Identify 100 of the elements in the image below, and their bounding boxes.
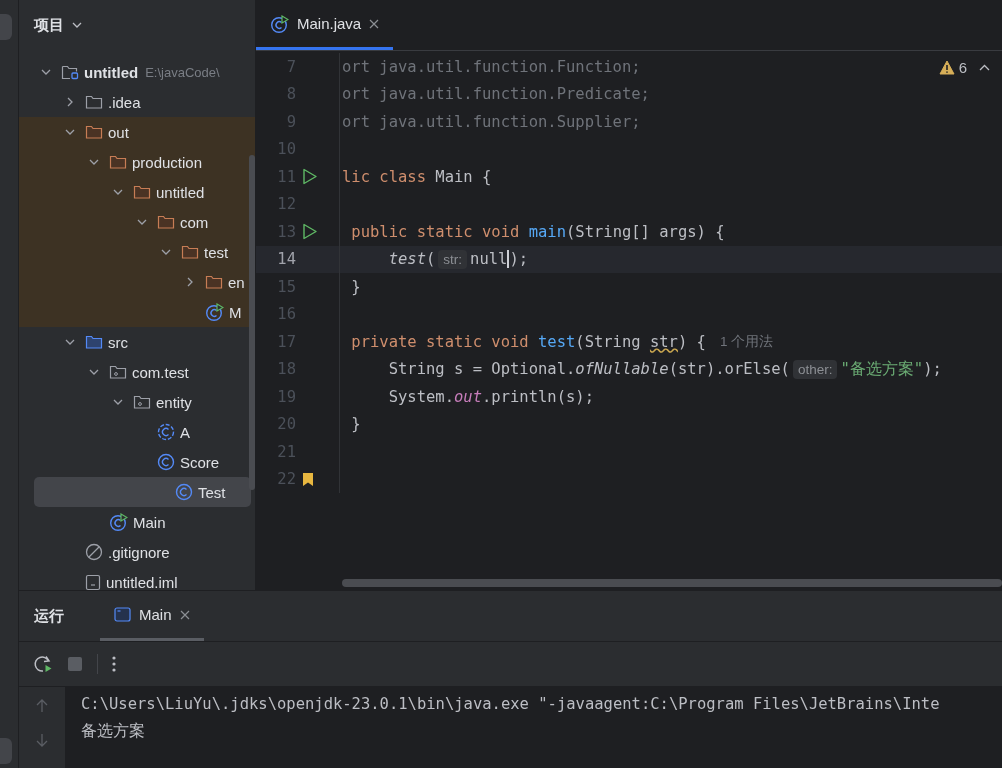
tree-item-label: com (180, 213, 209, 231)
code-text: (String[] args) { (565, 222, 725, 241)
panel-title[interactable]: 项目 (34, 15, 64, 35)
code-text: ort java.util.function.Function; (342, 57, 641, 76)
chevron-down-icon[interactable] (113, 399, 123, 405)
more-icon[interactable] (112, 656, 116, 672)
code-text: ); (509, 250, 529, 269)
folder-icon (109, 154, 127, 170)
folder-icon (85, 94, 103, 110)
code-text: ) { (677, 332, 706, 351)
code-text: String s = Optional. (387, 360, 576, 379)
folder-icon (85, 334, 103, 350)
play-icon[interactable] (302, 223, 318, 241)
chevron-down-icon[interactable] (65, 129, 75, 135)
class-icon (175, 483, 193, 501)
chevron-down-icon[interactable] (113, 189, 123, 195)
chevron-down-icon[interactable] (41, 69, 51, 75)
chevron-right-icon[interactable] (67, 97, 73, 107)
runnable-class-icon (109, 513, 128, 531)
tree-item-label: A (180, 423, 190, 441)
warning-icon[interactable] (938, 60, 955, 75)
code-text: .println(s); (482, 387, 594, 406)
parameter-hint: other: (792, 359, 838, 379)
tree-item[interactable]: entity (19, 387, 251, 417)
class-icon (157, 453, 175, 471)
chevron-up-icon[interactable] (979, 64, 990, 71)
scrollbar[interactable] (249, 155, 255, 490)
tree-item-label: Main (133, 513, 166, 531)
tree-item-label: en (228, 273, 245, 291)
code-text: test (537, 332, 576, 351)
chevron-down-icon[interactable] (89, 159, 99, 165)
close-icon[interactable] (179, 609, 190, 620)
module-folder-icon (61, 64, 79, 80)
tree-item[interactable]: Test (34, 477, 251, 507)
code-text: "备选方案" (840, 358, 924, 380)
code-text: } (350, 415, 361, 434)
chevron-down-icon[interactable] (161, 249, 171, 255)
code-text: ort java.util.function.Predicate; (342, 85, 650, 104)
tree-item[interactable]: A (19, 417, 251, 447)
code-text: System. (387, 387, 454, 406)
package-folder-icon (133, 394, 151, 410)
run-tab[interactable]: Main (100, 591, 204, 641)
folder-icon (85, 124, 103, 140)
folder-icon (205, 274, 223, 290)
chevron-down-icon[interactable] (72, 22, 82, 28)
line-number: 14 (276, 250, 296, 269)
tree-item-label: production (132, 153, 203, 171)
rerun-icon[interactable] (33, 654, 53, 674)
console-line: C:\Users\LiuYu\.jdks\openjdk-23.0.1\bin\java.exe "-javaagent:C:\Program Files\JetBrains\Inte (81, 694, 940, 715)
scrollbar[interactable] (342, 579, 1002, 587)
code-text: ); (923, 360, 942, 379)
code-text: (str).orElse( (668, 360, 790, 379)
tree-item[interactable]: src (19, 327, 251, 357)
tree-item-label: Test (198, 483, 226, 501)
code-text: ofNullable (575, 360, 669, 379)
code-text: private static void (350, 332, 530, 351)
tree-item[interactable]: untitled E:\javaCode\ (19, 57, 251, 87)
close-icon[interactable] (369, 18, 380, 29)
tree-item-label: out (108, 123, 129, 141)
code-text: test (387, 250, 426, 269)
usage-hint[interactable]: 1 个用法 (719, 332, 774, 351)
tree-item-label: entity (156, 393, 192, 411)
project-path: E:\javaCode\ (145, 64, 220, 80)
tree-item[interactable]: .gitignore (19, 537, 251, 567)
console-line: 备选方案 (81, 721, 146, 742)
tree-item-label: .gitignore (108, 543, 170, 561)
runnable-class-icon (270, 14, 289, 33)
code-text: lic class (342, 167, 427, 186)
file-icon (85, 573, 101, 591)
code-text: Main { (435, 167, 492, 186)
warning-count[interactable]: 6 (958, 59, 967, 76)
chevron-down-icon[interactable] (137, 219, 147, 225)
play-icon[interactable] (302, 168, 318, 186)
tree-item[interactable]: .idea (19, 87, 251, 117)
tree-item-label: com.test (132, 363, 189, 381)
code-text: } (350, 277, 361, 296)
prohibited-icon (85, 543, 103, 561)
tree-item-label: src (108, 333, 128, 351)
tree-item-label: .idea (108, 93, 141, 111)
bookmark-icon[interactable] (302, 471, 314, 487)
editor-tab[interactable]: Main.java (256, 0, 394, 50)
panel-title: 运行 (34, 605, 64, 626)
code-text: ort java.util.function.Supplier; (342, 112, 641, 131)
folder-icon (133, 184, 151, 200)
tree-item[interactable]: Score (19, 447, 251, 477)
code-text: main (528, 222, 566, 241)
class-icon (157, 423, 175, 441)
tree-item[interactable]: com.test (19, 357, 251, 387)
parameter-hint: str: (438, 249, 468, 269)
runnable-class-icon (205, 303, 224, 321)
chevron-right-icon[interactable] (187, 277, 193, 287)
code-text: ( (426, 250, 436, 269)
tree-item-label: Score (180, 453, 220, 471)
tree-item[interactable]: Main (19, 507, 251, 537)
chevron-down-icon[interactable] (65, 339, 75, 345)
window-icon (114, 607, 131, 622)
tree-item-label: untitled (84, 63, 139, 81)
chevron-down-icon[interactable] (89, 369, 99, 375)
code-text: str (649, 332, 678, 351)
code-text: (String (575, 332, 642, 351)
